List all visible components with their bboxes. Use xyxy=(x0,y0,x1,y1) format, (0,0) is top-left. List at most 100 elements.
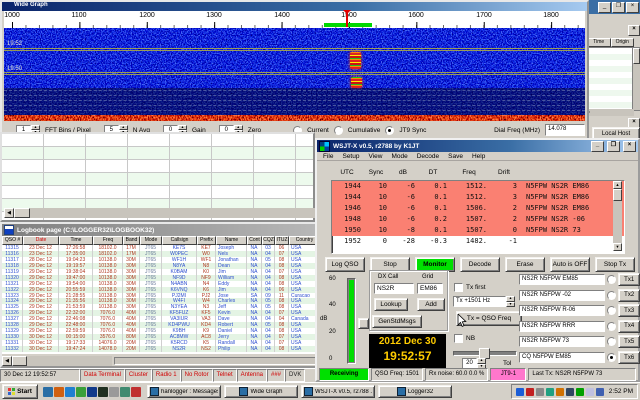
tx-select-radio[interactable] xyxy=(607,337,617,347)
close-icon[interactable]: × xyxy=(628,25,640,36)
column-header[interactable]: Band xyxy=(123,236,140,245)
wsjtx-titlebar[interactable]: WSJT-X v0.5, r2788 by K1JT _ ❐ × xyxy=(317,140,638,152)
task-button[interactable]: Logger32 xyxy=(378,385,452,398)
tray-icon[interactable] xyxy=(535,387,544,396)
tray-icon[interactable] xyxy=(565,387,574,396)
decode-row[interactable]: 1944 10 -6 0.1 1512. 3 N5FPW NS2R EM86 xyxy=(332,181,624,192)
tx-select-radio[interactable] xyxy=(607,290,617,300)
tray-icon[interactable] xyxy=(575,387,584,396)
scrollbar[interactable]: ▲ ▼ xyxy=(613,181,622,251)
menu-item[interactable]: Help xyxy=(472,153,485,160)
scrollbar[interactable] xyxy=(632,47,640,111)
tx-first-checkbox[interactable] xyxy=(454,283,463,292)
column-header[interactable]: Date xyxy=(23,236,59,245)
app-icon[interactable] xyxy=(54,386,64,397)
column-header[interactable]: Freq xyxy=(93,236,123,245)
action-button[interactable]: Decode xyxy=(460,257,500,272)
cluster-list[interactable] xyxy=(587,47,636,111)
tx-select-radio[interactable] xyxy=(607,306,617,316)
decode-row[interactable]: 1950 10 -8 0.1 1507. 0 N5FPW NS2R 73 xyxy=(332,225,624,236)
gen-std-msgs-button[interactable]: GenStdMsgs xyxy=(372,315,422,328)
status-link[interactable]: Radio 1 xyxy=(151,369,181,382)
scroll-left-icon[interactable]: ◀ xyxy=(4,208,14,218)
column-header[interactable]: Cont xyxy=(247,236,262,245)
status-link[interactable]: Antenna xyxy=(236,369,267,382)
tx-button[interactable]: Tx4 xyxy=(618,319,640,333)
column-header[interactable]: Time xyxy=(587,38,611,47)
status-link[interactable]: No Rotor xyxy=(180,369,213,382)
tx-button[interactable]: Tx3 xyxy=(618,304,640,318)
menu-item[interactable]: File xyxy=(323,153,333,160)
close-icon[interactable]: × xyxy=(623,140,636,152)
column-header[interactable]: Time xyxy=(59,236,93,245)
tx-message-input[interactable]: NS2R N5FPW 73 xyxy=(519,336,606,348)
column-header[interactable]: Mode xyxy=(140,236,162,245)
restore-icon[interactable]: ❐ xyxy=(612,2,625,13)
scrollbar-thumb[interactable] xyxy=(613,189,622,201)
scroll-left-icon[interactable]: ◀ xyxy=(2,356,12,366)
spin-down-icon[interactable]: ▼ xyxy=(506,301,515,307)
scrollbar[interactable]: ◀ xyxy=(4,208,315,218)
tx-freq-spinner[interactable]: Tx +1501 Hz ▲ ▼ xyxy=(453,296,515,307)
column-header[interactable]: Origin xyxy=(610,38,634,47)
tray-icon[interactable] xyxy=(545,387,554,396)
scroll-up-icon[interactable]: ▲ xyxy=(613,181,622,189)
tol-slider[interactable] xyxy=(453,348,517,359)
grid-input[interactable]: EM86 xyxy=(417,283,443,294)
action-button[interactable]: Log QSO xyxy=(325,257,365,272)
tx-button[interactable]: Tx5 xyxy=(618,335,640,349)
status-link[interactable]: ### xyxy=(267,369,286,382)
app-icon[interactable] xyxy=(131,386,141,397)
tx-message-input[interactable]: NS2R N5FPW R-06 xyxy=(519,305,606,317)
tx-message-input[interactable]: NS2R N5FPW RRR xyxy=(519,320,606,332)
speaker-icon[interactable] xyxy=(595,387,604,396)
scrollbar-thumb[interactable] xyxy=(12,356,27,366)
task-button[interactable]: hanlogger : Messages : ... xyxy=(147,385,221,398)
tx-button[interactable]: Tx2 xyxy=(618,288,640,302)
table-row[interactable]: 11332 30 Dec 12 19:47:24 14078.0 20M JT6… xyxy=(2,345,320,352)
tx-select-radio[interactable] xyxy=(607,321,617,331)
decode-row[interactable]: 1944 10 -6 0.1 1512. 3 N5FPW NS2R EM86 xyxy=(332,192,624,203)
close-icon[interactable]: × xyxy=(626,2,639,13)
task-button[interactable]: WSJT-X v0.5, r2788 ... xyxy=(301,385,375,398)
menu-item[interactable]: Mode xyxy=(391,153,407,160)
task-button[interactable]: Wide Graph xyxy=(224,385,298,398)
maximize-icon[interactable]: ❐ xyxy=(607,140,620,152)
tx-message-input[interactable]: NS2R N5FPW EM85 xyxy=(519,274,606,285)
tx-message-input[interactable]: CQ N5FPW EM85 xyxy=(519,352,606,363)
app-icon[interactable] xyxy=(120,386,130,397)
column-header[interactable]: Name xyxy=(216,236,247,245)
tx-button[interactable]: Tx1 xyxy=(618,273,640,286)
status-link[interactable]: Cluster xyxy=(124,369,152,382)
lookup-button[interactable]: Lookup xyxy=(374,298,408,311)
add-button[interactable]: Add xyxy=(417,298,445,311)
meter-slider-handle[interactable] xyxy=(358,318,369,329)
tray-icon[interactable] xyxy=(515,387,524,396)
tray-icon[interactable] xyxy=(525,387,534,396)
tx-select-radio[interactable] xyxy=(607,275,617,284)
decode-row[interactable]: 1952 0 -28 -0.3 1482. -1 xyxy=(332,236,624,247)
dx-call-input[interactable]: NS2R xyxy=(374,283,414,294)
menu-item[interactable]: Setup xyxy=(342,153,359,160)
tray-icon[interactable] xyxy=(555,387,564,396)
scrollbar[interactable]: ◀ xyxy=(2,356,112,366)
app-icon[interactable] xyxy=(109,386,119,397)
tx-button[interactable]: Tx6 xyxy=(618,351,640,364)
start-button[interactable]: Start xyxy=(2,384,38,399)
logbook-titlebar[interactable]: Logbook page (C:\LOGGER32\LOGBOOK32) xyxy=(2,224,320,236)
column-header[interactable]: QSO # xyxy=(2,236,23,245)
menu-item[interactable]: Save xyxy=(448,153,463,160)
status-link[interactable]: Data Terminal xyxy=(80,369,125,382)
app-icon[interactable] xyxy=(87,386,97,397)
nb-checkbox[interactable] xyxy=(454,334,463,343)
action-button[interactable]: Stop Tx xyxy=(595,257,635,272)
jt9-sync-radio[interactable] xyxy=(385,125,395,135)
cumulative-radio[interactable] xyxy=(333,125,343,135)
decode-row[interactable]: 1948 10 -6 0.2 1507. 2 N5FPW NS2R -06 xyxy=(332,214,624,225)
status-link[interactable]: Telnet xyxy=(212,369,237,382)
scrollbar[interactable]: ▶ xyxy=(587,109,634,116)
status-link[interactable]: DVK xyxy=(285,369,306,382)
tx-select-radio[interactable] xyxy=(607,353,617,362)
scrollbar-thumb[interactable] xyxy=(14,208,30,218)
minimize-icon[interactable]: _ xyxy=(598,2,611,13)
